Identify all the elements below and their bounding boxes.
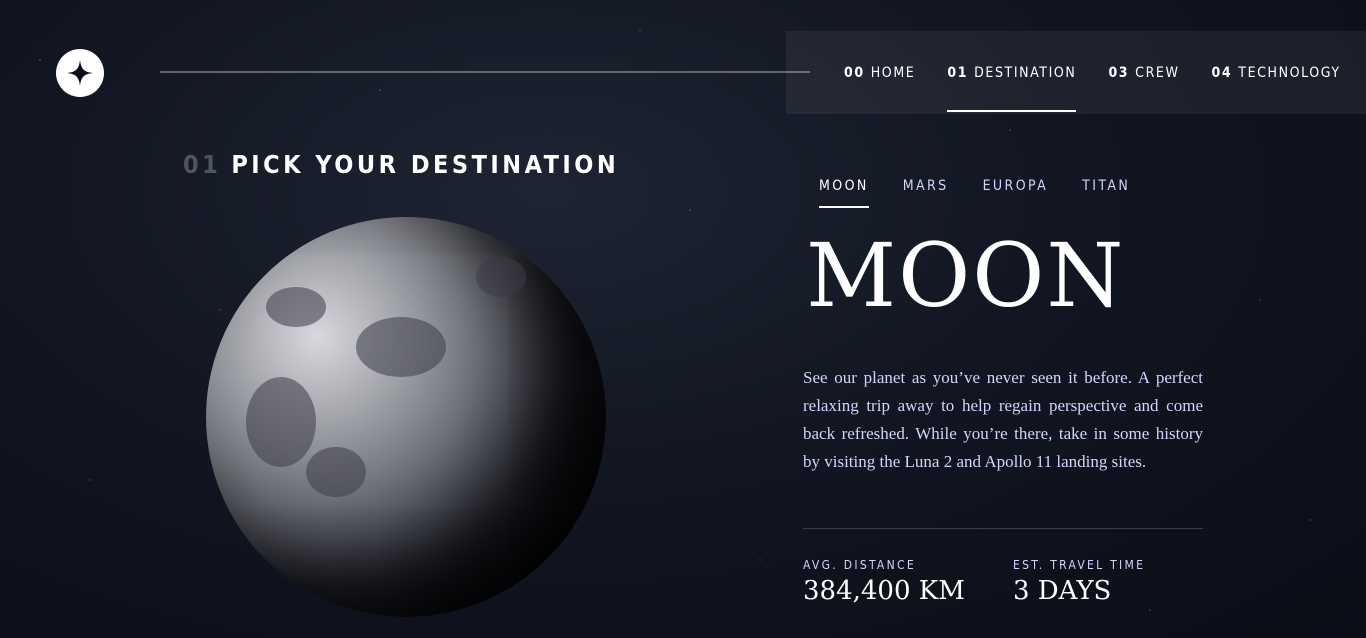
- planet-name: MOON: [806, 224, 1126, 327]
- nav-item-label: DESTINATION: [974, 64, 1077, 81]
- stats-divider: [803, 528, 1203, 529]
- page-title-text: PICK YOUR DESTINATION: [231, 150, 620, 179]
- page-title-number: 01: [183, 150, 222, 179]
- stat-value: 3 DAYS: [1013, 576, 1112, 606]
- moon-image: [206, 217, 606, 617]
- nav-item-number: 03: [1108, 64, 1130, 81]
- tab-europa[interactable]: EUROPA: [983, 178, 1049, 218]
- stat-label: AVG. DISTANCE: [803, 558, 916, 572]
- stat-value: 384,400 KM: [803, 576, 965, 606]
- main-nav: 00 HOME 01 DESTINATION 03 CREW 04 TECHNO…: [786, 31, 1366, 114]
- nav-item-label: CREW: [1135, 64, 1180, 81]
- nav-item-number: 00: [844, 64, 865, 81]
- crater: [476, 257, 526, 297]
- logo-star-icon[interactable]: [56, 49, 104, 97]
- nav-item-home[interactable]: 00 HOME: [844, 31, 915, 114]
- crater: [266, 287, 326, 327]
- tab-titan[interactable]: TITAN: [1082, 178, 1130, 218]
- nav-item-label: TECHNOLOGY: [1238, 64, 1341, 81]
- stat-avg-distance: AVG. DISTANCE 384,400 KM: [803, 558, 965, 606]
- crater: [306, 447, 366, 497]
- crater: [246, 377, 316, 467]
- nav-item-technology[interactable]: 04 TECHNOLOGY: [1212, 31, 1341, 114]
- header-divider-line: [160, 71, 810, 73]
- planet-description: See our planet as you’ve never seen it b…: [803, 368, 1203, 471]
- crater: [356, 317, 446, 377]
- tab-moon[interactable]: MOON: [819, 178, 869, 218]
- stat-travel-time: EST. TRAVEL TIME 3 DAYS: [1013, 558, 1145, 606]
- nav-item-destination[interactable]: 01 DESTINATION: [947, 31, 1077, 114]
- nav-item-number: 04: [1211, 64, 1233, 81]
- stat-label: EST. TRAVEL TIME: [1013, 558, 1146, 572]
- nav-item-crew[interactable]: 03 CREW: [1108, 31, 1179, 114]
- nav-item-label: HOME: [870, 64, 916, 81]
- four-point-star-icon: [67, 60, 93, 86]
- tab-mars[interactable]: MARS: [903, 178, 949, 218]
- destination-tabs: MOON MARS EUROPA TITAN: [819, 178, 1164, 218]
- nav-item-number: 01: [947, 64, 969, 81]
- page-title: 01 PICK YOUR DESTINATION: [183, 150, 619, 179]
